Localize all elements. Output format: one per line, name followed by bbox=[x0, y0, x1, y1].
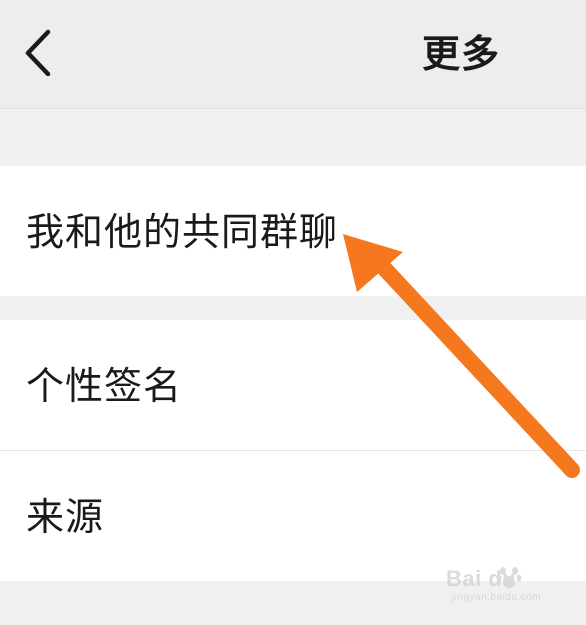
top-bar: 更多 bbox=[0, 0, 586, 109]
paw-icon bbox=[496, 567, 522, 588]
back-button[interactable] bbox=[14, 24, 62, 82]
list-item-common-groups[interactable]: 我和他的共同群聊 bbox=[0, 166, 586, 296]
list-item-source[interactable]: 来源 bbox=[0, 451, 586, 581]
watermark: Bai du jingyan.baidu.com bbox=[446, 566, 576, 608]
list-item-label: 来源 bbox=[26, 495, 105, 539]
chevron-left-icon bbox=[25, 29, 51, 77]
watermark-subtext: jingyan.baidu.com bbox=[452, 592, 542, 603]
list-item-label: 个性签名 bbox=[26, 364, 183, 408]
list-item-label: 我和他的共同群聊 bbox=[26, 210, 339, 254]
page-title: 更多 bbox=[421, 32, 500, 76]
list-item-signature[interactable]: 个性签名 bbox=[0, 320, 586, 450]
